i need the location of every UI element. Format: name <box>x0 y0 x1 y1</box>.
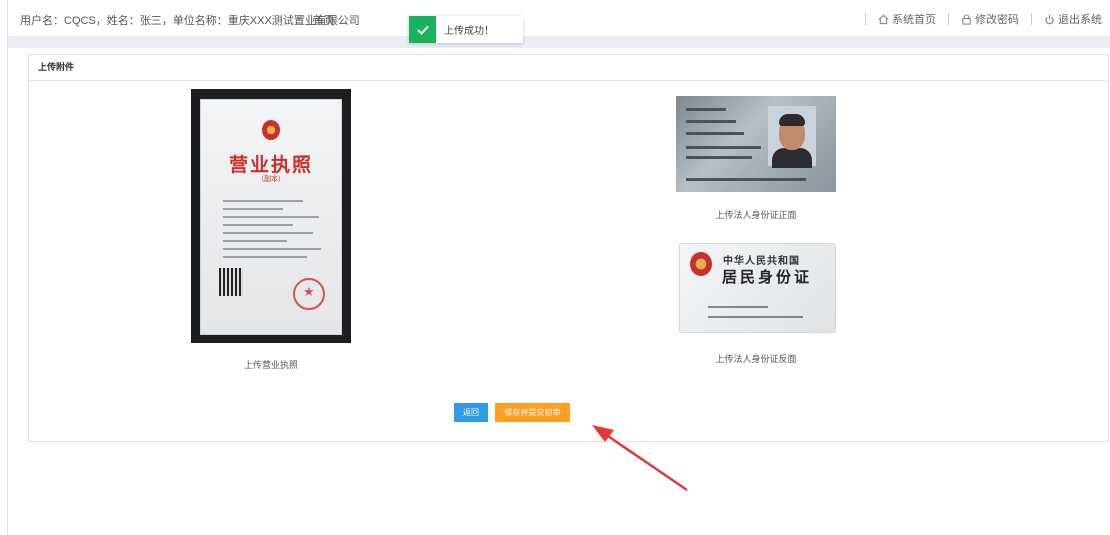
annotation-arrow-icon <box>592 425 688 492</box>
